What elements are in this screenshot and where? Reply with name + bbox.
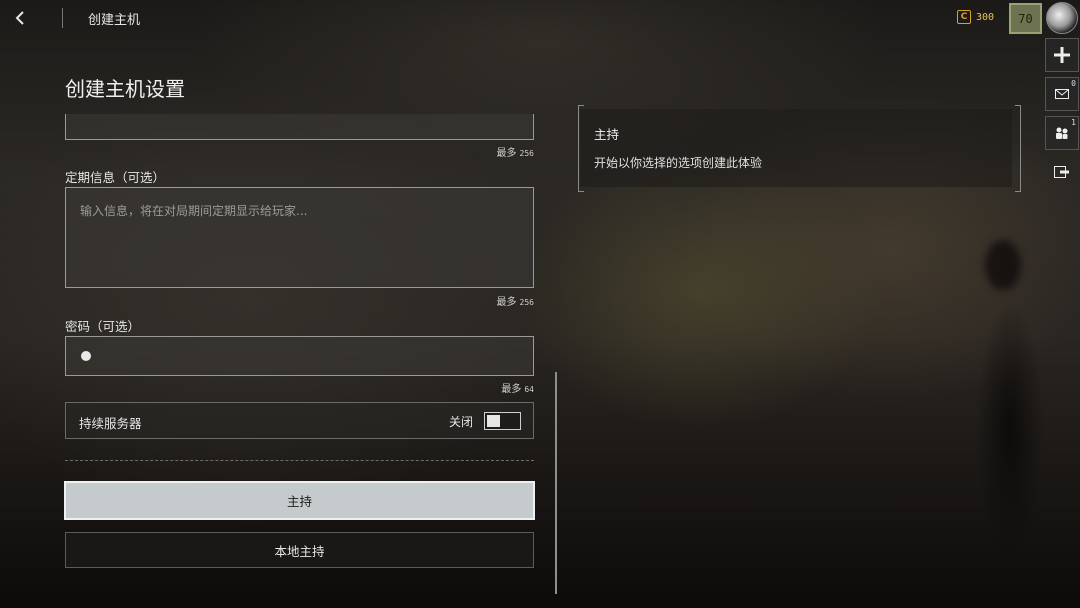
background-silhouette-head [985,240,1021,290]
mail-count: 0 [1071,79,1076,88]
topbar-title: 创建主机 [88,13,141,28]
info-panel: 主持 开始以你选择的选项创建此体验 [578,105,1021,192]
mail-button[interactable]: 0 [1045,77,1079,111]
message-input[interactable] [66,188,533,287]
message-label: 定期信息（可选） [65,170,166,185]
section-divider [65,460,534,461]
info-title: 主持 [594,127,620,142]
message-max-value: 256 [519,298,534,307]
message-max-label: 最多 [496,297,517,308]
password-dot [81,351,91,361]
persistent-server-toggle[interactable] [484,412,521,430]
persistent-server-label: 持续服务器 [79,416,142,431]
plus-icon [1054,47,1070,63]
name-input[interactable] [65,114,534,140]
name-max-value: 256 [519,149,534,158]
password-max-length: 最多 64 [440,380,534,395]
persistent-server-row[interactable]: 持续服务器 关闭 [65,402,534,439]
local-host-button[interactable]: 本地主持 [65,532,534,568]
name-max-label: 最多 [496,148,517,159]
back-button[interactable] [8,6,32,30]
password-max-value: 64 [524,385,534,394]
message-field[interactable] [65,187,534,288]
player-avatar[interactable] [1046,2,1078,34]
top-bar: 创建主机 C 300 70 [0,0,1080,36]
currency-display[interactable]: C 300 [957,10,994,24]
exit-button[interactable] [1045,155,1079,189]
password-input[interactable] [65,336,534,376]
chevron-left-icon [15,11,24,25]
info-description: 开始以你选择的选项创建此体验 [594,156,763,170]
name-max-length: 最多 256 [440,144,534,159]
message-max-length: 最多 256 [440,293,534,308]
page-title: 创建主机设置 [65,77,185,101]
info-panel-body: 主持 开始以你选择的选项创建此体验 [580,109,1012,187]
friends-count: 1 [1071,118,1076,127]
exit-icon [1054,166,1069,178]
scrollbar[interactable] [555,372,557,594]
add-button[interactable] [1045,38,1079,72]
password-max-label: 最多 [501,384,522,395]
player-level-badge[interactable]: 70 [1009,3,1042,34]
friends-icon [1056,127,1068,139]
host-button[interactable]: 主持 [64,481,535,520]
currency-icon: C [957,10,971,24]
toggle-knob [487,415,500,427]
info-bracket-right [1015,105,1021,192]
password-label: 密码（可选） [65,319,141,334]
friends-button[interactable]: 1 [1045,116,1079,150]
topbar-divider [62,8,63,28]
persistent-server-state: 关闭 [449,415,474,429]
mail-icon [1055,89,1069,99]
currency-value: 300 [976,11,995,23]
